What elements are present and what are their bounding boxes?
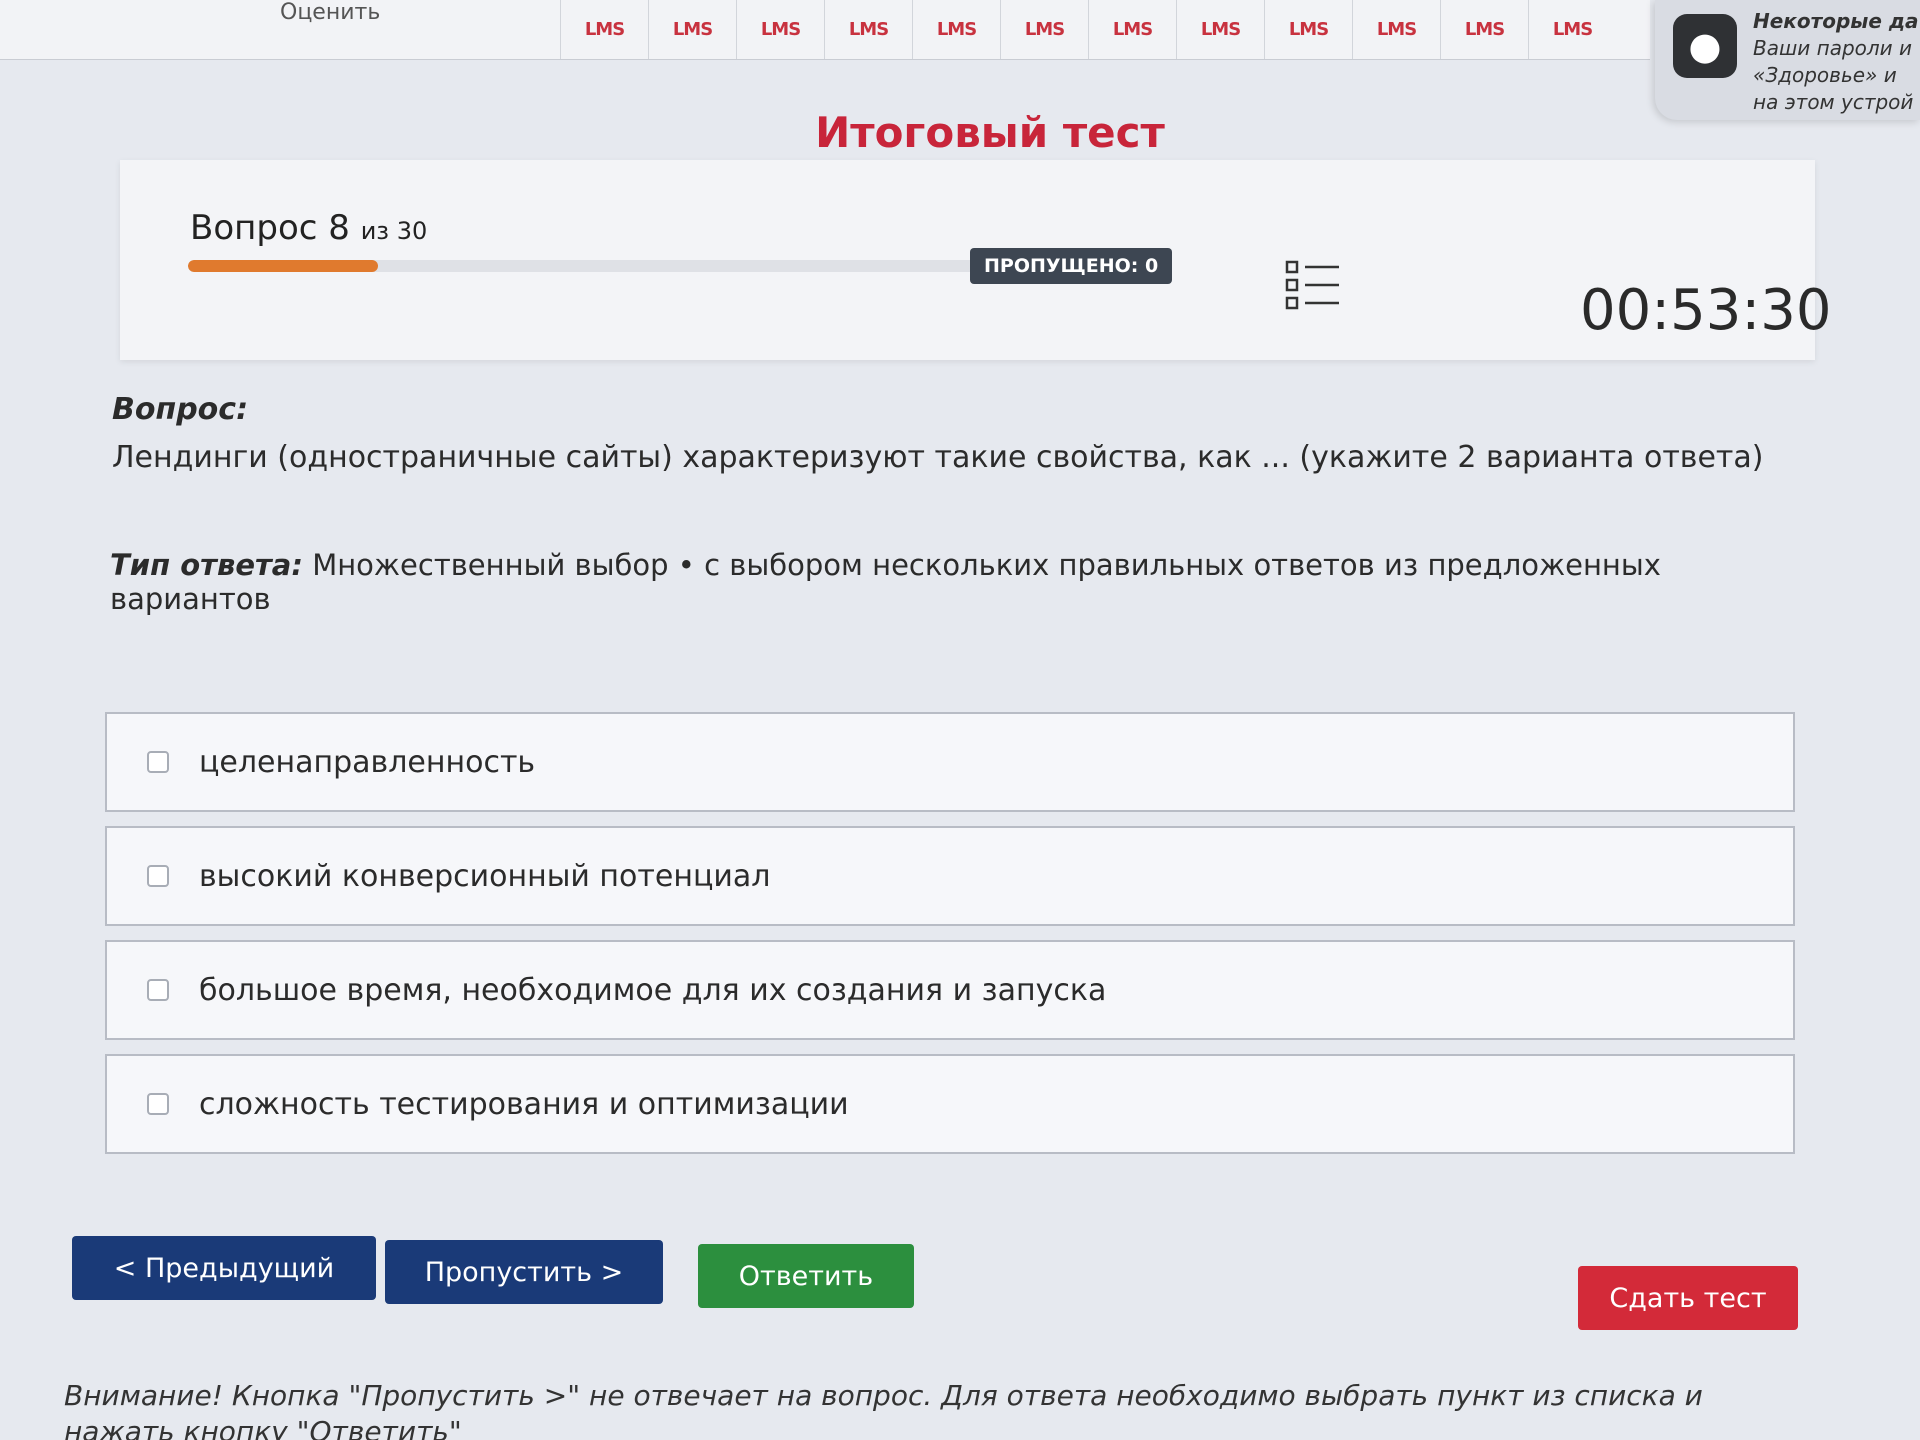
previous-button[interactable]: < Предыдущий	[72, 1236, 376, 1300]
question-tab[interactable]: LMS	[1264, 0, 1352, 59]
question-tab[interactable]: LMS	[560, 0, 648, 59]
answer-option[interactable]: большое время, необходимое для их создан…	[105, 940, 1795, 1040]
question-counter: Вопрос 8 из 30	[190, 208, 427, 248]
answer-type: Тип ответа: Множественный выбор • с выбо…	[110, 548, 1820, 616]
question-tab-strip: Оценить LMS LMS LMS LMS LMS LMS LMS LMS …	[0, 0, 1650, 60]
question-current: 8	[328, 208, 350, 248]
answer-type-value: Множественный выбор • с выбором нескольк…	[110, 548, 1661, 616]
answer-type-label: Тип ответа:	[110, 548, 303, 582]
notification-line: «Здоровье» и	[1753, 63, 1897, 87]
progress-fill	[188, 260, 378, 272]
option-label: целенаправленность	[199, 744, 536, 780]
question-tab[interactable]: LMS	[1440, 0, 1528, 59]
question-tab[interactable]: LMS	[1528, 0, 1616, 59]
option-label: сложность тестирования и оптимизации	[199, 1086, 849, 1122]
tab-strip-lead: Оценить	[280, 0, 381, 25]
system-notification[interactable]: ● Некоторые да Ваши пароли и «Здоровье» …	[1655, 0, 1920, 120]
submit-test-button[interactable]: Сдать тест	[1578, 1266, 1798, 1330]
question-tab[interactable]: LMS	[1176, 0, 1264, 59]
question-prefix: Вопрос	[190, 208, 318, 248]
answer-option[interactable]: целенаправленность	[105, 712, 1795, 812]
question-tab[interactable]: LMS	[736, 0, 824, 59]
skipped-badge: ПРОПУЩЕНО: 0	[970, 248, 1173, 284]
notification-title: Некоторые да	[1753, 9, 1919, 33]
question-total: из 30	[360, 217, 428, 245]
question-tab[interactable]: LMS	[912, 0, 1000, 59]
answer-option[interactable]: сложность тестирования и оптимизации	[105, 1054, 1795, 1154]
skip-button[interactable]: Пропустить >	[385, 1240, 663, 1304]
countdown-timer: 00:53:30	[1580, 278, 1832, 343]
answer-option[interactable]: высокий конверсионный потенциал	[105, 826, 1795, 926]
page-title: Итоговый тест	[815, 108, 1165, 157]
progress-panel: Вопрос 8 из 30 ПРОПУЩЕНО: 0 00:53:30	[120, 160, 1832, 360]
option-checkbox[interactable]	[147, 751, 169, 773]
option-checkbox[interactable]	[147, 1093, 169, 1115]
question-tab[interactable]: LMS	[1000, 0, 1088, 59]
question-tab[interactable]: LMS	[1352, 0, 1440, 59]
option-label: большое время, необходимое для их создан…	[199, 972, 1107, 1008]
question-tab[interactable]: LMS	[824, 0, 912, 59]
apple-icon: ●	[1673, 14, 1737, 78]
option-checkbox[interactable]	[147, 865, 169, 887]
question-list-icon[interactable]	[1285, 260, 1341, 310]
question-text: Лендинги (одностраничные сайты) характер…	[112, 440, 1764, 475]
option-checkbox[interactable]	[147, 979, 169, 1001]
question-label: Вопрос:	[112, 392, 249, 427]
question-tab[interactable]: LMS	[1088, 0, 1176, 59]
notification-text: Некоторые да Ваши пароли и «Здоровье» и …	[1753, 8, 1919, 116]
option-label: высокий конверсионный потенциал	[199, 858, 771, 894]
answer-button[interactable]: Ответить	[698, 1244, 914, 1308]
question-tab[interactable]: LMS	[648, 0, 736, 59]
notification-line: Ваши пароли и	[1753, 36, 1913, 60]
answer-options: целенаправленность высокий конверсионный…	[105, 712, 1795, 1168]
warning-text: Внимание! Кнопка "Пропустить >" не отвеч…	[64, 1379, 1703, 1440]
